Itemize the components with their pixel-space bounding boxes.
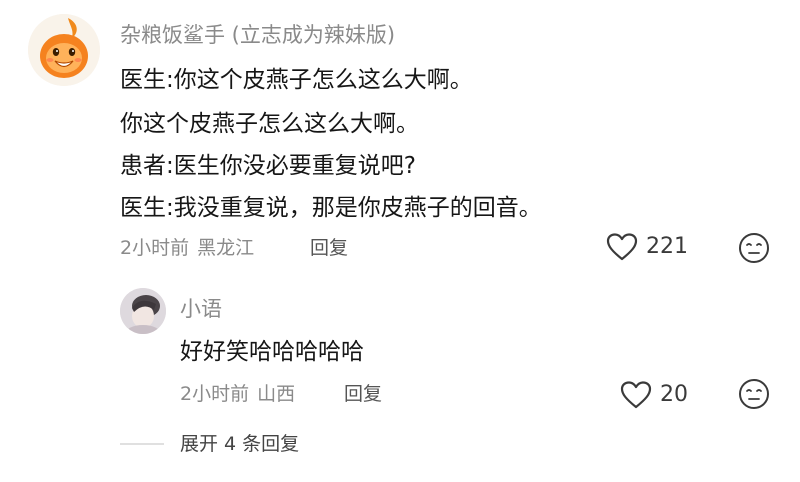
comment-like-count: 221	[646, 234, 688, 259]
neutral-face-icon	[739, 379, 769, 409]
comment-location: 黑龙江	[197, 237, 255, 259]
comment-time: 2小时前	[120, 237, 190, 259]
neutral-face-icon	[739, 233, 769, 263]
heart-outline-icon	[606, 233, 638, 261]
reply-reply-button[interactable]: 回复	[344, 380, 382, 408]
reply-text: 好好笑哈哈哈哈哈	[180, 339, 364, 365]
comment-username[interactable]: 杂粮饭鲨手 (立志成为辣妹版)	[120, 20, 395, 50]
comment-dislike-button[interactable]	[738, 232, 770, 268]
comment-text-line-2: 你这个皮燕子怎么这么大啊。	[120, 111, 419, 137]
reply-meta: 2小时前 山西	[180, 380, 295, 408]
cartoon-avatar-icon	[28, 14, 100, 86]
comment-like-button[interactable]: 221	[606, 232, 688, 262]
comment-text-line-4: 医生:我没重复说，那是你皮燕子的回音。	[120, 195, 542, 221]
photo-avatar-icon	[120, 288, 166, 334]
expand-replies-button[interactable]: 展开 4 条回复	[120, 430, 299, 458]
heart-outline-icon	[620, 381, 652, 409]
comment-text-line-3: 患者:医生你没必要重复说吧?	[120, 153, 416, 179]
reply-location: 山西	[257, 383, 296, 405]
expand-divider	[120, 443, 164, 445]
avatar[interactable]	[28, 14, 100, 86]
reply-like-button[interactable]: 20	[620, 380, 688, 410]
reply-like-count: 20	[660, 382, 688, 407]
comment-text-line-1: 医生:你这个皮燕子怎么这么大啊。	[120, 67, 473, 93]
expand-replies-label: 展开 4 条回复	[180, 433, 300, 455]
reply-avatar[interactable]	[120, 288, 166, 334]
reply-time: 2小时前	[180, 383, 250, 405]
comment-reply-button[interactable]: 回复	[310, 234, 348, 262]
reply-username[interactable]: 小语	[180, 294, 222, 324]
reply-dislike-button[interactable]	[738, 378, 770, 414]
comment-meta: 2小时前 黑龙江	[120, 234, 254, 262]
